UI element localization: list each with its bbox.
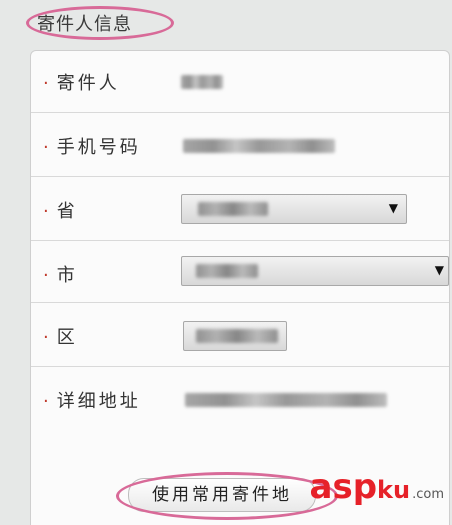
watermark-ku: ku	[377, 476, 411, 504]
required-marker: ·	[43, 73, 49, 94]
province-select[interactable]: ▼	[181, 194, 407, 224]
required-marker: ·	[43, 327, 49, 348]
label-address: 详细地址	[56, 391, 141, 412]
watermark-com: .com	[412, 487, 444, 502]
sender-info-screen: 寄件人信息 · 寄件人 · 手机号码 · 省 ▼ · 市 ▼ · 区 · 详细地…	[0, 0, 452, 525]
phone-field[interactable]	[183, 139, 335, 153]
title-highlight-ellipse	[26, 6, 174, 40]
watermark-asp: asp	[309, 467, 378, 507]
chevron-down-icon: ▼	[388, 201, 398, 215]
district-select[interactable]	[183, 321, 287, 351]
address-field[interactable]	[185, 393, 387, 407]
label-city: 市	[56, 265, 78, 286]
label-district: 区	[56, 327, 78, 348]
required-marker: ·	[43, 391, 49, 412]
label-province: 省	[56, 201, 78, 222]
form-row-sender-name: · 寄件人	[31, 51, 449, 113]
label-sender-name: 寄件人	[56, 73, 120, 94]
form-row-phone: · 手机号码	[31, 113, 449, 177]
watermark: aspku .com	[310, 470, 444, 504]
sender-form-panel: · 寄件人 · 手机号码 · 省 ▼ · 市 ▼ · 区 · 详细地址	[30, 50, 450, 525]
form-row-city: · 市 ▼	[31, 241, 449, 303]
sender-name-field[interactable]	[181, 75, 223, 89]
form-row-province: · 省 ▼	[31, 177, 449, 241]
required-marker: ·	[43, 137, 49, 158]
form-row-address: · 详细地址	[31, 367, 449, 479]
button-highlight-ellipse	[116, 472, 338, 520]
required-marker: ·	[43, 201, 49, 222]
required-marker: ·	[43, 265, 49, 286]
form-row-district: · 区	[31, 303, 449, 367]
chevron-down-icon: ▼	[434, 263, 444, 277]
city-select[interactable]: ▼	[181, 256, 449, 286]
label-phone: 手机号码	[56, 137, 141, 158]
